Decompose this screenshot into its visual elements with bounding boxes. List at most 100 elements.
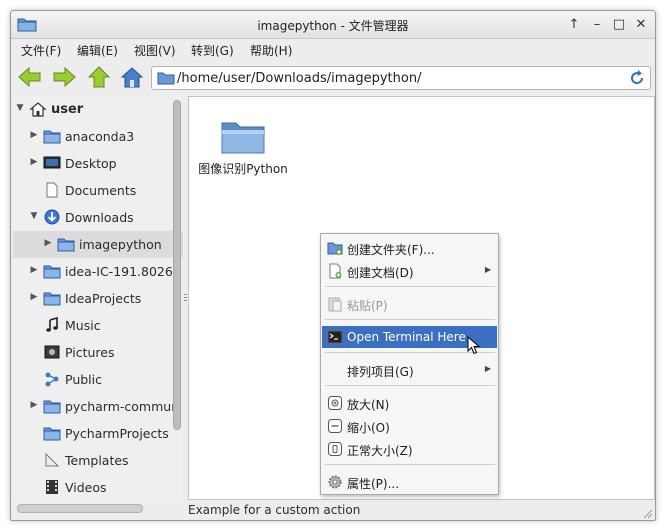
- location-path[interactable]: /home/user/Downloads/imagepython/: [177, 71, 421, 86]
- sidebar-root-label: user: [51, 102, 84, 117]
- sidebar-item-label: Music: [65, 318, 101, 333]
- menu-separator: [325, 464, 495, 465]
- sidebar-item-videos[interactable]: Videos: [13, 474, 183, 500]
- sidebar-item-desktop[interactable]: ▶ Desktop: [13, 150, 183, 177]
- sidebar-item-public[interactable]: Public: [13, 366, 183, 393]
- sidebar-item-label: IdeaProjects: [65, 291, 142, 306]
- expand-arrow-icon[interactable]: ▶: [29, 157, 39, 167]
- menu-help[interactable]: 帮助(H): [250, 42, 292, 59]
- close-button[interactable]: ✕: [632, 16, 650, 34]
- forward-arrow-icon[interactable]: [51, 65, 77, 89]
- back-arrow-icon[interactable]: [17, 65, 43, 89]
- menu-item-label: Open Terminal Here: [347, 330, 466, 344]
- menu-edit[interactable]: 编辑(E): [77, 42, 118, 59]
- terminal-icon: [327, 330, 343, 344]
- zoom-normal-icon: [328, 442, 342, 456]
- collapse-arrow-icon[interactable]: ▼: [29, 211, 39, 221]
- templates-icon: [45, 452, 60, 467]
- menu-item-label: 缩小(O): [347, 421, 390, 435]
- folder-icon: [43, 292, 61, 306]
- minimize-button[interactable]: –: [588, 16, 606, 34]
- pictures-icon: [44, 345, 60, 359]
- toolbar: /home/user/Downloads/imagepython/: [11, 62, 655, 92]
- sidebar-item-idea-ic[interactable]: ▶ idea-IC-191.8026: [13, 258, 183, 285]
- submenu-arrow-icon: ▶: [484, 364, 491, 373]
- sidebar-horizontal-scrollbar[interactable]: [17, 504, 143, 513]
- menu-bar: 文件(F) 编辑(E) 视图(V) 转到(G) 帮助(H): [11, 39, 655, 61]
- folder-icon: [43, 130, 61, 144]
- reload-icon[interactable]: [628, 69, 646, 87]
- desktop-icon: [43, 156, 61, 169]
- sidebar-item-ideaprojects[interactable]: ▶ IdeaProjects: [13, 285, 183, 312]
- sidebar-item-pycharm-community[interactable]: ▶ pycharm-commun: [13, 393, 183, 420]
- sidebar-tree: ▼ user ▶ anaconda3 ▶ Desktop Documents ▼…: [13, 96, 183, 500]
- window-title: imagepython - 文件管理器: [257, 19, 409, 33]
- sidebar-vertical-scrollbar[interactable]: [173, 100, 181, 430]
- sidebar-item-templates[interactable]: Templates: [13, 447, 183, 474]
- title-bar[interactable]: imagepython - 文件管理器 ↑ – □ ✕: [11, 11, 655, 39]
- menu-item-zoom-out[interactable]: 缩小(O): [322, 415, 497, 437]
- sidebar-item-music[interactable]: Music: [13, 312, 183, 339]
- sidebar-item-label: Documents: [65, 183, 137, 198]
- maximize-button[interactable]: □: [610, 16, 628, 34]
- menu-separator: [325, 286, 495, 287]
- menu-item-create-folder[interactable]: 创建文件夹(F)...: [322, 237, 497, 259]
- up-window-button[interactable]: ↑: [565, 16, 583, 34]
- menu-item-paste[interactable]: 粘贴(P): [322, 293, 497, 315]
- sidebar-item-imagepython[interactable]: ▶ imagepython: [13, 231, 183, 258]
- menu-go[interactable]: 转到(G): [191, 42, 234, 59]
- mouse-cursor-icon: [467, 336, 481, 355]
- menu-separator: [325, 385, 495, 386]
- menu-item-label: 排列项目(G): [347, 365, 414, 379]
- videos-icon: [46, 480, 58, 494]
- home-icon: [29, 102, 47, 117]
- sidebar-item-documents[interactable]: Documents: [13, 177, 183, 204]
- resize-grip-icon[interactable]: [641, 507, 653, 519]
- zoom-in-icon: [328, 396, 342, 410]
- sidebar-item-pycharmprojects[interactable]: PycharmProjects: [13, 420, 183, 447]
- sidebar-item-user[interactable]: ▼ user: [13, 96, 183, 123]
- menu-item-arrange-items[interactable]: 排列项目(G) ▶: [322, 359, 497, 381]
- file-item-folder[interactable]: 图像识别Python: [193, 115, 293, 177]
- sidebar-item-anaconda3[interactable]: ▶ anaconda3: [13, 123, 183, 150]
- menu-item-normal-size[interactable]: 正常大小(Z): [322, 438, 497, 460]
- sidebar-item-label: PycharmProjects: [65, 426, 169, 441]
- sidebar-item-label: pycharm-commun: [65, 399, 180, 414]
- menu-item-zoom-in[interactable]: 放大(N): [322, 392, 497, 414]
- menu-separator: [325, 319, 495, 320]
- sidebar-item-label: Videos: [65, 480, 107, 495]
- sidebar-item-downloads[interactable]: ▼ Downloads: [13, 204, 183, 231]
- menu-item-create-document[interactable]: 创建文档(D) ▶: [322, 260, 497, 282]
- sidebar-item-label: imagepython: [79, 237, 162, 252]
- context-menu: 创建文件夹(F)... 创建文档(D) ▶ 粘贴(P) Open Termina…: [320, 233, 499, 495]
- new-document-icon: [329, 263, 342, 279]
- folder-icon: [57, 238, 75, 252]
- menu-item-label: 属性(P)...: [347, 477, 400, 491]
- menu-view[interactable]: 视图(V): [134, 42, 176, 59]
- menu-item-label: 放大(N): [347, 398, 390, 412]
- menu-file[interactable]: 文件(F): [21, 42, 61, 59]
- status-text: Example for a custom action: [188, 503, 361, 517]
- expand-arrow-icon[interactable]: ▶: [29, 265, 39, 275]
- menu-item-properties[interactable]: 属性(P)...: [322, 471, 497, 493]
- expand-arrow-icon[interactable]: ▶: [29, 400, 39, 410]
- up-arrow-icon[interactable]: [86, 65, 112, 89]
- music-icon: [46, 317, 58, 332]
- sidebar-item-label: Public: [65, 372, 102, 387]
- sidebar-item-pictures[interactable]: Pictures: [13, 339, 183, 366]
- expand-arrow-icon[interactable]: ▶: [43, 238, 53, 248]
- document-icon: [46, 182, 58, 198]
- new-folder-icon: [327, 242, 343, 255]
- folder-icon: [43, 400, 61, 414]
- home-icon[interactable]: [119, 65, 145, 89]
- location-bar[interactable]: /home/user/Downloads/imagepython/: [151, 66, 651, 90]
- expand-arrow-icon[interactable]: ▶: [29, 292, 39, 302]
- sidebar-item-label: idea-IC-191.8026: [65, 264, 173, 279]
- file-name: 图像识别Python: [198, 162, 288, 176]
- collapse-arrow-icon[interactable]: ▼: [15, 103, 25, 113]
- zoom-out-icon: [328, 419, 342, 433]
- expand-arrow-icon[interactable]: ▶: [29, 130, 39, 140]
- status-bar: Example for a custom action: [188, 500, 655, 520]
- menu-item-label: 粘贴(P): [347, 299, 388, 313]
- menu-item-label: 正常大小(Z): [347, 444, 413, 458]
